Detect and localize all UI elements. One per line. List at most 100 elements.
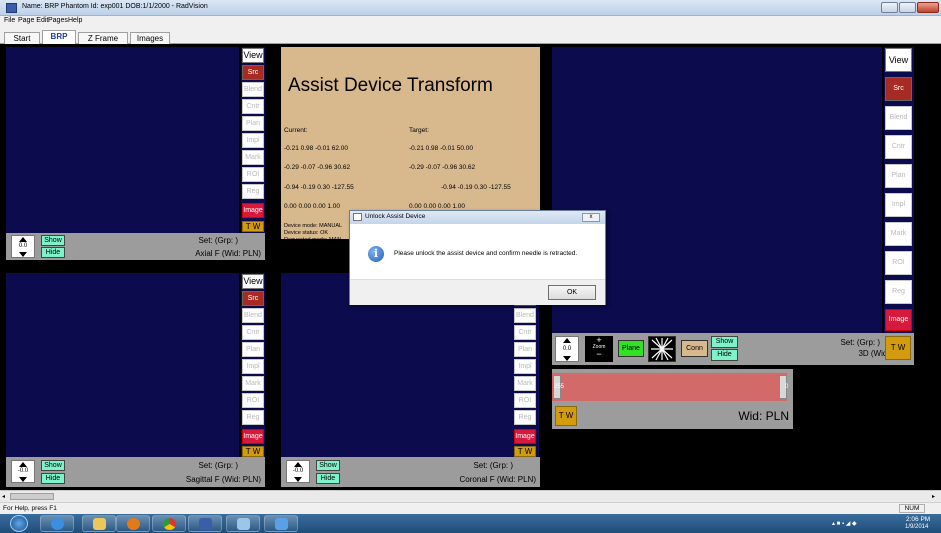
tw-button[interactable]: T W	[514, 446, 536, 457]
tab-brp[interactable]: BRP	[42, 30, 76, 44]
tab-start[interactable]: Start	[4, 32, 40, 44]
tw-button[interactable]: T W	[885, 336, 911, 360]
axial-viewport[interactable]	[6, 47, 239, 233]
tw-button[interactable]: T W	[555, 406, 577, 426]
blend-button[interactable]: Blend	[514, 308, 536, 323]
axial-control-bar: 0.0 Show Hide Set: (Grp: ) Axial F (Wid:…	[6, 233, 265, 260]
scroll-left-icon[interactable]: ◂	[2, 493, 5, 500]
image-button[interactable]: Image	[514, 429, 536, 444]
reg-button[interactable]: Reg	[242, 184, 264, 199]
view-button[interactable]: View	[885, 48, 912, 72]
menu-page-edit[interactable]: Page Edit	[18, 17, 48, 24]
tab-z-frame[interactable]: Z Frame	[78, 32, 128, 44]
menu-pages[interactable]: Pages	[48, 17, 68, 24]
plan-button[interactable]: Plan	[242, 342, 264, 357]
start-button-icon[interactable]	[10, 515, 28, 532]
show-button[interactable]: Show	[41, 460, 65, 471]
reg-button[interactable]: Reg	[514, 410, 536, 425]
arrow-up-icon[interactable]	[294, 462, 302, 467]
cntr-button[interactable]: Cntr	[242, 325, 264, 340]
zoom-control[interactable]: + Zoom −	[585, 336, 613, 362]
mark-button[interactable]: Mark	[885, 222, 912, 246]
mark-button[interactable]: Mark	[242, 150, 264, 165]
reg-button[interactable]: Reg	[242, 410, 264, 425]
plane-selector-icon[interactable]	[648, 336, 676, 362]
src-button[interactable]: Src	[885, 77, 912, 101]
plan-button[interactable]: Plan	[514, 342, 536, 357]
taskbar-radvision-button[interactable]	[188, 515, 222, 532]
hide-button[interactable]: Hide	[711, 349, 738, 361]
image-button[interactable]: Image	[242, 203, 264, 218]
horizontal-scrollbar[interactable]: ◂ ▸	[0, 490, 941, 502]
dialog-close-button[interactable]: x	[582, 213, 600, 222]
roi-button[interactable]: ROI	[514, 393, 536, 408]
view-button[interactable]: View	[242, 274, 264, 289]
minimize-button[interactable]	[881, 2, 898, 13]
cntr-button[interactable]: Cntr	[242, 99, 264, 114]
cntr-button[interactable]: Cntr	[885, 135, 912, 159]
roi-button[interactable]: ROI	[242, 393, 264, 408]
sagittal-slice-spinner[interactable]: -0.0	[11, 460, 35, 483]
plan-button[interactable]: Plan	[242, 116, 264, 131]
mark-button[interactable]: Mark	[242, 376, 264, 391]
arrow-down-icon[interactable]	[294, 477, 302, 482]
blend-button[interactable]: Blend	[885, 106, 912, 130]
scroll-right-icon[interactable]: ▸	[932, 493, 935, 500]
tw-button[interactable]: T W	[242, 221, 264, 232]
arrow-down-icon[interactable]	[563, 356, 571, 361]
arrow-up-icon[interactable]	[563, 338, 571, 343]
scroll-thumb[interactable]	[10, 493, 54, 500]
reg-button[interactable]: Reg	[885, 280, 912, 304]
roi-button[interactable]: ROI	[242, 167, 264, 182]
taskbar-ie-button[interactable]	[40, 515, 74, 532]
cntr-button[interactable]: Cntr	[514, 325, 536, 340]
window-level-slider[interactable]	[552, 373, 787, 401]
zoom-out-icon[interactable]: −	[585, 350, 613, 359]
taskbar-app-button[interactable]	[226, 515, 260, 532]
image-button[interactable]: Image	[885, 309, 912, 331]
taskbar-dialog-button[interactable]	[264, 515, 298, 532]
src-button[interactable]: Src	[242, 65, 264, 80]
hide-button[interactable]: Hide	[41, 247, 65, 258]
axial-slice-spinner[interactable]: 0.0	[11, 235, 35, 258]
status-line: Device mode: MANUAL	[284, 223, 343, 229]
roi-button[interactable]: ROI	[885, 251, 912, 275]
arrow-up-icon[interactable]	[19, 462, 27, 467]
plane-button[interactable]: Plane	[618, 340, 644, 357]
impl-button[interactable]: Impl	[242, 133, 264, 148]
maximize-button[interactable]	[899, 2, 916, 13]
menu-help[interactable]: Help	[68, 17, 82, 24]
impl-button[interactable]: Impl	[514, 359, 536, 374]
ok-button[interactable]: OK	[548, 285, 596, 300]
taskbar-media-button[interactable]	[116, 515, 150, 532]
arrow-down-icon[interactable]	[19, 252, 27, 257]
arrow-down-icon[interactable]	[19, 477, 27, 482]
menu-file[interactable]: File	[4, 17, 15, 24]
tw-button[interactable]: T W	[242, 446, 264, 457]
arrow-up-icon[interactable]	[19, 237, 27, 242]
3d-slice-spinner[interactable]: 0.0	[555, 336, 579, 362]
show-button[interactable]: Show	[711, 336, 738, 348]
mark-button[interactable]: Mark	[514, 376, 536, 391]
impl-button[interactable]: Impl	[885, 193, 912, 217]
impl-button[interactable]: Impl	[242, 359, 264, 374]
view-button[interactable]: View	[242, 48, 264, 63]
zoom-in-icon[interactable]: +	[585, 336, 613, 345]
show-button[interactable]: Show	[316, 460, 340, 471]
blend-button[interactable]: Blend	[242, 308, 264, 323]
tray-icons[interactable]: ▴ ■ ▪ ◢ ◆	[832, 520, 857, 527]
conn-button[interactable]: Conn	[681, 340, 708, 357]
tab-images[interactable]: Images	[130, 32, 170, 44]
hide-button[interactable]: Hide	[41, 473, 65, 484]
src-button[interactable]: Src	[242, 291, 264, 306]
taskbar-explorer-button[interactable]	[82, 515, 116, 532]
blend-button[interactable]: Blend	[242, 82, 264, 97]
hide-button[interactable]: Hide	[316, 473, 340, 484]
image-button[interactable]: Image	[242, 429, 264, 444]
sagittal-viewport[interactable]	[6, 273, 239, 457]
plan-button[interactable]: Plan	[885, 164, 912, 188]
show-button[interactable]: Show	[41, 235, 65, 246]
taskbar-chrome-button[interactable]	[152, 515, 186, 532]
close-button[interactable]	[917, 2, 939, 13]
coronal-slice-spinner[interactable]: -0.0	[286, 460, 310, 483]
